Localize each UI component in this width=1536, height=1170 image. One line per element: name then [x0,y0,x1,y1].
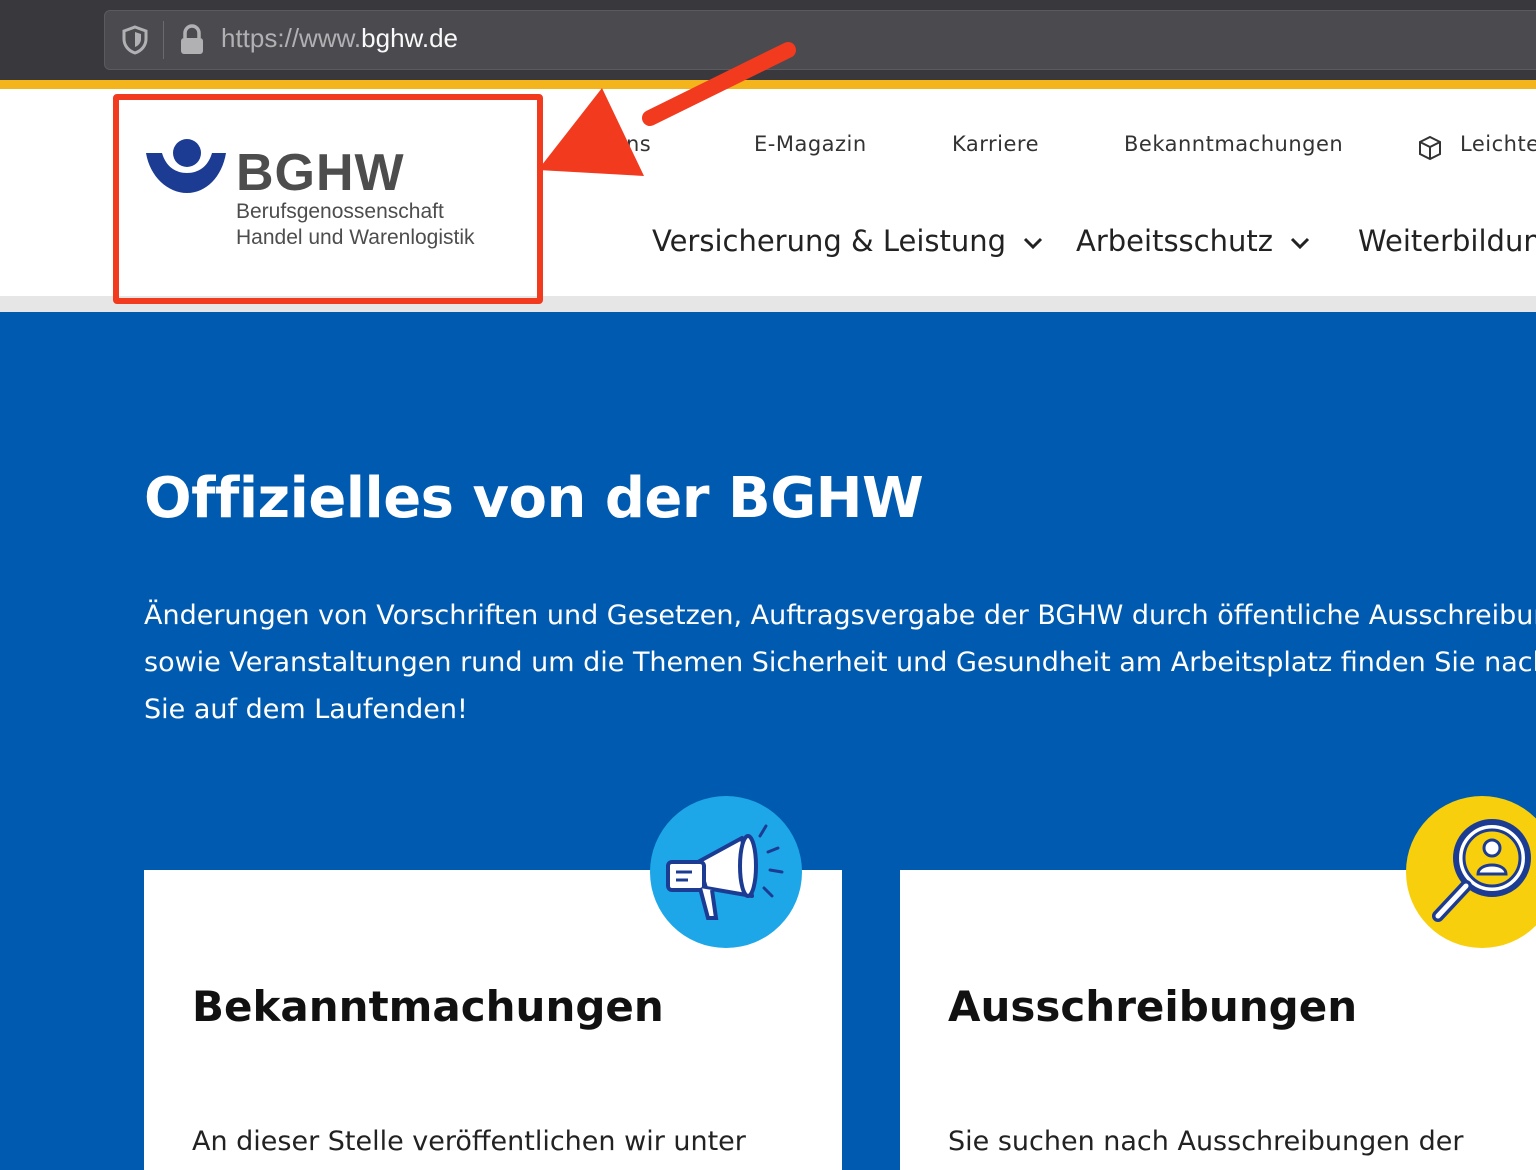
url-text[interactable]: https://www.bghw.de [221,23,458,54]
hero-line-1: Änderungen von Vorschriften und Gesetzen… [144,600,1536,631]
main-nav-versicherung[interactable]: Versicherung & Leistung [652,224,1044,258]
hero-title: Offizielles von der BGHW [144,466,924,531]
hero-description: Änderungen von Vorschriften und Gesetzen… [144,592,1536,733]
megaphone-icon [666,824,784,920]
chevron-down-icon [1023,237,1043,250]
card-text: An dieser Stelle veröffentlichen wir unt… [192,1126,746,1157]
annotation-arrow-icon [538,42,796,176]
cube-icon[interactable] [1417,135,1443,161]
top-nav-karriere[interactable]: Karriere [952,132,1039,156]
address-bar-separator [163,21,164,59]
main-nav-versicherung-label: Versicherung & Leistung [652,224,1007,258]
address-bar[interactable]: https://www.bghw.de [104,10,1536,70]
main-nav-arbeitsschutz[interactable]: Arbeitsschutz [1076,224,1311,258]
search-badge [1406,796,1536,948]
annotation-highlight-box [113,94,543,304]
megaphone-badge [650,796,802,948]
main-nav-weiterbildung[interactable]: Weiterbildung [1358,224,1536,258]
shield-icon[interactable] [121,25,149,55]
hero-line-3: Sie auf dem Laufenden! [144,694,468,725]
chevron-down-icon [1290,237,1310,250]
card-text: Sie suchen nach Ausschreibungen der [948,1126,1464,1157]
top-nav-bekanntmachungen[interactable]: Bekanntmachungen [1124,132,1343,156]
main-nav-arbeitsschutz-label: Arbeitsschutz [1076,224,1273,258]
url-domain: bghw.de [361,23,459,53]
card-title: Bekanntmachungen [192,982,664,1031]
url-prefix: https://www. [221,23,362,53]
lock-icon[interactable] [179,24,205,56]
magnifier-person-icon [1432,819,1531,922]
hero-line-2: sowie Veranstaltungen rund um die Themen… [144,647,1536,678]
card-title: Ausschreibungen [948,982,1358,1031]
top-nav-leichte-sprache[interactable]: Leichte [1460,132,1536,156]
